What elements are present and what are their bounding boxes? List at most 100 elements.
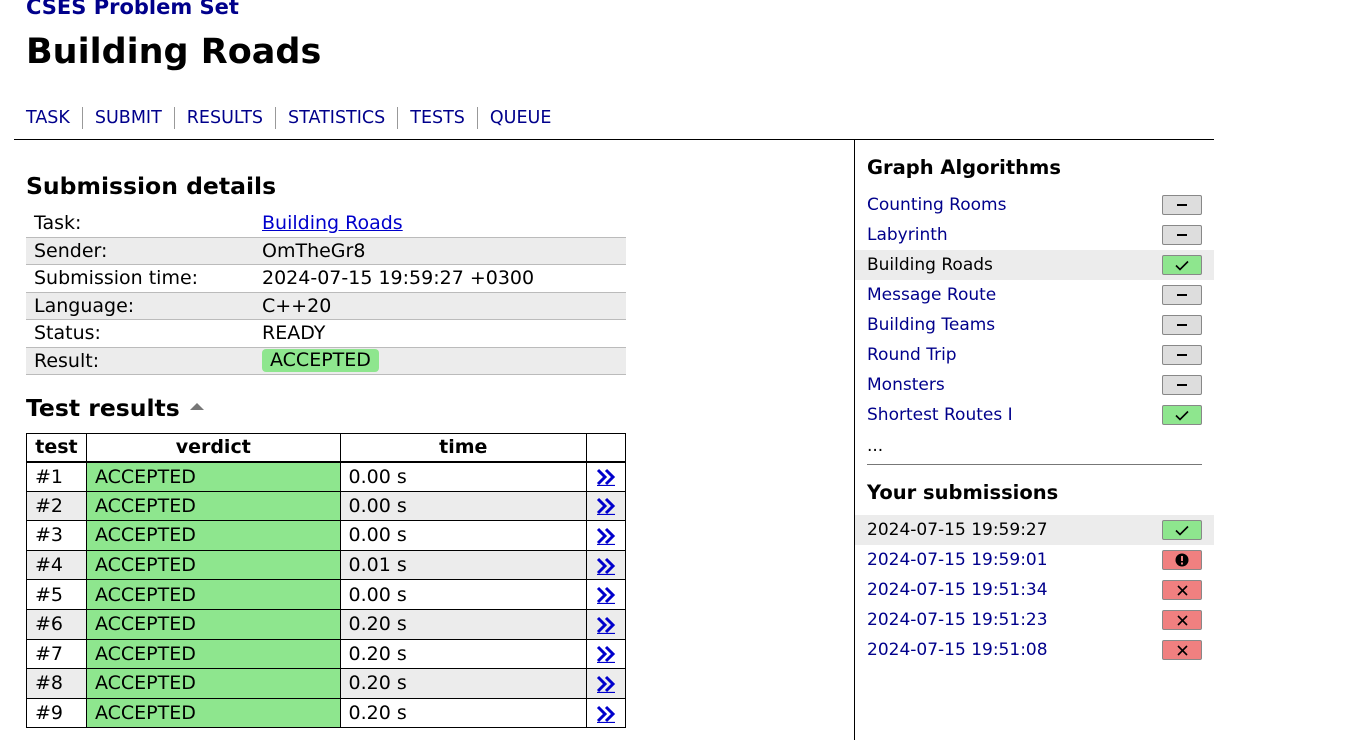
submission-item[interactable]: 2024-07-15 19:51:34 bbox=[855, 575, 1214, 605]
detail-label: Task: bbox=[34, 212, 82, 235]
submission-item[interactable]: 2024-07-15 19:59:01 bbox=[855, 545, 1214, 575]
problem-name[interactable]: Round Trip bbox=[867, 345, 957, 365]
test-results-body: #1 ACCEPTED 0.00 s #2 ACCEPTED 0.00 s #3 ACCEPT… bbox=[26, 461, 626, 729]
more-problems-ellipsis: ... bbox=[867, 436, 884, 456]
view-test-link[interactable] bbox=[586, 608, 626, 640]
task-link[interactable]: Building Roads bbox=[262, 212, 403, 234]
test-verdict: ACCEPTED bbox=[85, 697, 341, 729]
table-row: #1 ACCEPTED 0.00 s bbox=[26, 461, 626, 492]
submission-time[interactable]: 2024-07-15 19:59:27 bbox=[867, 520, 1048, 540]
test-verdict: ACCEPTED bbox=[85, 520, 341, 551]
problem-item[interactable]: Counting Rooms bbox=[855, 190, 1214, 220]
tab-tests[interactable]: TESTS bbox=[397, 107, 477, 129]
test-number: #2 bbox=[26, 490, 87, 522]
submission-list: 2024-07-15 19:59:27 2024-07-15 19:59:01 20… bbox=[855, 515, 1214, 665]
double-chevron-right-icon[interactable] bbox=[596, 586, 616, 605]
table-row: #2 ACCEPTED 0.00 s bbox=[26, 490, 626, 522]
test-verdict: ACCEPTED bbox=[85, 579, 341, 610]
view-test-link[interactable] bbox=[586, 461, 626, 492]
view-test-link[interactable] bbox=[586, 668, 626, 699]
submission-time[interactable]: 2024-07-15 19:51:23 bbox=[867, 610, 1048, 630]
site-title[interactable]: CSES Problem Set bbox=[26, 0, 239, 19]
problem-item[interactable]: Shortest Routes I bbox=[855, 400, 1214, 430]
detail-row-task: Task: Building Roads bbox=[26, 210, 626, 238]
view-test-link[interactable] bbox=[586, 520, 626, 551]
double-chevron-right-icon[interactable] bbox=[596, 616, 616, 634]
test-verdict: ACCEPTED bbox=[85, 608, 341, 640]
category-heading: Graph Algorithms bbox=[867, 156, 1061, 179]
problem-name[interactable]: Message Route bbox=[867, 285, 996, 305]
sidebar-divider-line bbox=[867, 464, 1202, 465]
double-chevron-right-icon[interactable] bbox=[596, 468, 616, 487]
problem-item[interactable]: Monsters bbox=[855, 370, 1214, 400]
tab-task[interactable]: TASK bbox=[26, 107, 82, 129]
table-row: #4 ACCEPTED 0.01 s bbox=[26, 549, 626, 581]
double-chevron-right-icon[interactable] bbox=[596, 557, 616, 575]
cross-icon bbox=[1162, 580, 1202, 600]
problem-name[interactable]: Labyrinth bbox=[867, 225, 948, 245]
test-verdict: ACCEPTED bbox=[85, 549, 341, 581]
detail-label: Status: bbox=[34, 322, 101, 345]
view-test-link[interactable] bbox=[586, 697, 626, 729]
tab-statistics[interactable]: STATISTICS bbox=[275, 107, 397, 129]
double-chevron-right-icon[interactable] bbox=[596, 705, 616, 723]
table-row: #8 ACCEPTED 0.20 s bbox=[26, 668, 626, 699]
problem-item[interactable]: Message Route bbox=[855, 280, 1214, 310]
problem-item[interactable]: Building Roads bbox=[855, 250, 1214, 280]
status-value: READY bbox=[262, 322, 326, 345]
test-number: #3 bbox=[26, 520, 87, 551]
submission-time[interactable]: 2024-07-15 19:51:08 bbox=[867, 640, 1048, 660]
view-test-link[interactable] bbox=[586, 638, 626, 670]
dash-icon bbox=[1162, 315, 1202, 335]
detail-label: Sender: bbox=[34, 239, 108, 262]
problem-item[interactable]: Round Trip bbox=[855, 340, 1214, 370]
detail-row-status: Status: READY bbox=[26, 320, 626, 348]
test-time: 0.00 s bbox=[339, 490, 588, 522]
submission-details-table: Task: Building Roads Sender: OmTheGr8 Su… bbox=[26, 210, 626, 375]
sender-value: OmTheGr8 bbox=[262, 239, 366, 262]
submission-time[interactable]: 2024-07-15 19:51:34 bbox=[867, 580, 1048, 600]
problem-item[interactable]: Building Teams bbox=[855, 310, 1214, 340]
detail-row-result: Result: ACCEPTED bbox=[26, 347, 626, 375]
submission-item[interactable]: 2024-07-15 19:51:08 bbox=[855, 635, 1214, 665]
tab-submit[interactable]: SUBMIT bbox=[81, 107, 174, 129]
detail-row-sender: Sender: OmTheGr8 bbox=[26, 237, 626, 265]
dash-icon bbox=[1162, 285, 1202, 305]
page-title: Building Roads bbox=[26, 32, 322, 72]
detail-label: Submission time: bbox=[34, 267, 199, 290]
problem-name[interactable]: Shortest Routes I bbox=[867, 405, 1013, 425]
test-number: #9 bbox=[26, 697, 87, 729]
check-icon bbox=[1162, 405, 1202, 425]
view-test-link[interactable] bbox=[586, 579, 626, 610]
double-chevron-right-icon[interactable] bbox=[596, 675, 616, 693]
test-time: 0.01 s bbox=[339, 549, 588, 581]
error-icon bbox=[1162, 550, 1202, 570]
collapse-caret-icon[interactable] bbox=[189, 403, 204, 410]
double-chevron-right-icon[interactable] bbox=[596, 497, 616, 516]
view-test-link[interactable] bbox=[586, 490, 626, 522]
test-results-title: Test results bbox=[26, 394, 180, 422]
test-time: 0.00 s bbox=[339, 520, 588, 551]
double-chevron-right-icon[interactable] bbox=[596, 645, 616, 664]
test-number: #4 bbox=[26, 549, 87, 581]
view-test-link[interactable] bbox=[586, 549, 626, 581]
test-verdict: ACCEPTED bbox=[85, 638, 341, 670]
tab-queue[interactable]: QUEUE bbox=[476, 107, 564, 129]
submission-item[interactable]: 2024-07-15 19:51:23 bbox=[855, 605, 1214, 635]
problem-name[interactable]: Building Roads bbox=[867, 255, 993, 275]
column-header-test: test bbox=[26, 433, 87, 463]
table-header-row: test verdict time bbox=[26, 433, 626, 463]
problem-item[interactable]: Labyrinth bbox=[855, 220, 1214, 250]
problem-name[interactable]: Monsters bbox=[867, 375, 945, 395]
problem-name[interactable]: Building Teams bbox=[867, 315, 995, 335]
submission-item[interactable]: 2024-07-15 19:59:27 bbox=[855, 515, 1214, 545]
tab-bar: TASK SUBMIT RESULTS STATISTICS TESTS QUE… bbox=[26, 106, 563, 130]
header-divider bbox=[14, 139, 1214, 140]
tab-results[interactable]: RESULTS bbox=[173, 107, 275, 129]
language-value: C++20 bbox=[262, 294, 332, 317]
submission-time[interactable]: 2024-07-15 19:59:01 bbox=[867, 550, 1048, 570]
double-chevron-right-icon[interactable] bbox=[596, 527, 616, 545]
column-header-verdict: verdict bbox=[85, 433, 341, 463]
detail-label: Result: bbox=[34, 349, 100, 372]
problem-name[interactable]: Counting Rooms bbox=[867, 195, 1006, 215]
